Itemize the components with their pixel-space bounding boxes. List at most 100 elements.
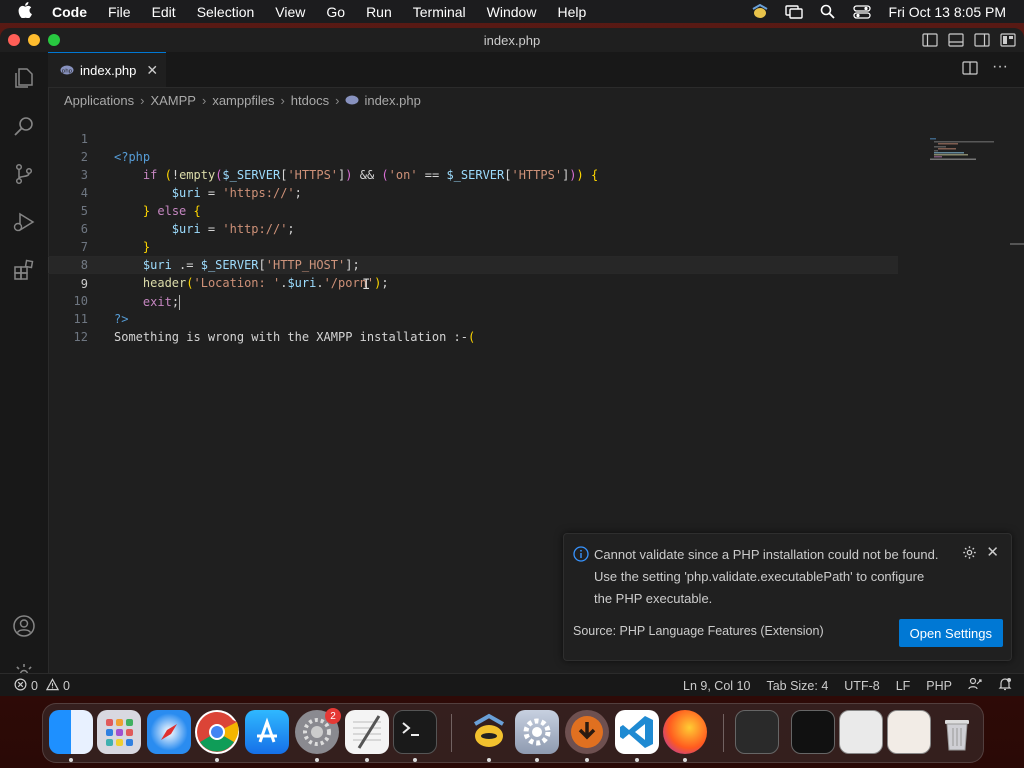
menu-window[interactable]: Window	[487, 4, 537, 20]
breadcrumb-xampp[interactable]: XAMPP	[150, 93, 196, 108]
code-line[interactable]: 5 $uri = 'http://';	[48, 184, 898, 236]
dock-minimized-window-4[interactable]	[887, 710, 931, 754]
php-file-icon: php	[60, 63, 74, 78]
dock-safari-icon[interactable]	[147, 710, 191, 754]
dock-transmission-icon[interactable]	[565, 710, 609, 754]
dock-app-store-icon[interactable]	[245, 710, 289, 754]
dock-minimized-window-2[interactable]	[791, 710, 835, 754]
dock-launchpad-icon[interactable]	[97, 710, 141, 754]
menubar-clock[interactable]: Fri Oct 13 8:05 PM	[889, 4, 1006, 20]
menu-app-code[interactable]: Code	[52, 4, 87, 20]
menu-go[interactable]: Go	[326, 4, 345, 20]
code-line[interactable]: 10 ?>	[48, 274, 898, 326]
breadcrumb-applications[interactable]: Applications	[64, 93, 134, 108]
running-indicator	[535, 758, 539, 762]
dock-minimized-window-1[interactable]	[735, 710, 779, 754]
open-settings-button[interactable]: Open Settings	[898, 619, 1003, 647]
cyberduck-menubar-icon[interactable]	[743, 3, 777, 20]
dock-trash-icon[interactable]	[935, 710, 979, 754]
breadcrumb-htdocs[interactable]: htdocs	[291, 93, 329, 108]
close-tab-icon[interactable]: ✕	[146, 62, 158, 79]
dock-finder-icon[interactable]	[49, 710, 93, 754]
code-line[interactable]: 1 <?php	[48, 112, 898, 164]
dock: 2	[42, 703, 984, 763]
close-notification-icon[interactable]: ✕	[986, 543, 999, 561]
code-line[interactable]: 7 $uri .= $_SERVER['HTTP_HOST'];	[48, 220, 898, 272]
search-icon[interactable]	[10, 112, 38, 140]
problems-indicator[interactable]: 0 0	[14, 677, 70, 694]
toggle-primary-sidebar-icon[interactable]	[922, 32, 938, 48]
toggle-secondary-sidebar-icon[interactable]	[974, 32, 990, 48]
code-line[interactable]: 11 Something is wrong with the XAMPP ins…	[48, 292, 898, 344]
code-line[interactable]: 4 } else {	[48, 166, 898, 218]
code-line[interactable]: 2 if (!empty($_SERVER['HTTPS']) && ('on'…	[48, 130, 898, 182]
control-center-icon[interactable]	[845, 4, 879, 19]
apple-logo-icon[interactable]	[18, 2, 34, 21]
code-line[interactable]: 3 $uri = 'https://';	[48, 148, 898, 200]
toggle-panel-icon[interactable]	[948, 32, 964, 48]
extensions-icon[interactable]	[10, 256, 38, 284]
menu-terminal[interactable]: Terminal	[413, 4, 466, 20]
explorer-icon[interactable]	[10, 64, 38, 92]
running-indicator	[365, 758, 369, 762]
running-indicator	[315, 758, 319, 762]
code-line[interactable]: 8 header('Location: '.$uri.'/porn');	[48, 238, 898, 290]
breadcrumb-index-php[interactable]: index.php	[364, 93, 420, 108]
minimap[interactable]	[928, 138, 996, 160]
tab-size[interactable]: Tab Size: 4	[766, 679, 828, 693]
running-indicator	[585, 758, 589, 762]
notification-settings-gear-icon[interactable]	[962, 545, 977, 563]
minimize-window-button[interactable]	[28, 34, 40, 46]
menu-edit[interactable]: Edit	[152, 4, 176, 20]
status-bar: 0 0 Ln 9, Col 10 Tab Size: 4 UTF-8 LF PH…	[0, 673, 1024, 696]
dock-xampp-manager-icon[interactable]	[515, 710, 559, 754]
error-count: 0	[31, 678, 38, 693]
chevron-right-icon: ›	[201, 92, 207, 108]
cursor-position[interactable]: Ln 9, Col 10	[683, 679, 750, 693]
chevron-right-icon: ›	[140, 92, 145, 108]
dock-cyberduck-icon[interactable]	[467, 710, 511, 754]
end-of-line[interactable]: LF	[896, 679, 911, 693]
dock-minimized-window-3[interactable]	[839, 710, 883, 754]
code-line-current[interactable]: 9 exit;	[48, 256, 898, 310]
dock-terminal-icon[interactable]	[393, 710, 437, 754]
code-line[interactable]: 6 }	[48, 202, 898, 254]
notification-message: Cannot validate since a PHP installation…	[594, 547, 939, 606]
menu-help[interactable]: Help	[557, 4, 586, 20]
more-actions-icon[interactable]: ···	[992, 59, 1008, 78]
notification-source: Source: PHP Language Features (Extension…	[573, 624, 824, 638]
language-mode[interactable]: PHP	[926, 679, 952, 693]
tab-label: index.php	[80, 62, 137, 78]
scrollbar[interactable]	[1010, 243, 1024, 245]
warning-icon	[45, 677, 60, 694]
dock-chrome-icon[interactable]	[195, 710, 239, 754]
zoom-window-button[interactable]	[48, 34, 60, 46]
menu-view[interactable]: View	[275, 4, 305, 20]
split-editor-icon[interactable]	[962, 61, 978, 78]
customize-layout-icon[interactable]	[1000, 32, 1016, 48]
menu-run[interactable]: Run	[366, 4, 392, 20]
dock-vscode-icon[interactable]	[615, 710, 659, 754]
dock-firefox-icon[interactable]	[663, 710, 707, 754]
source-control-icon[interactable]	[10, 160, 38, 188]
close-window-button[interactable]	[8, 34, 20, 46]
menu-file[interactable]: File	[108, 4, 131, 20]
menu-selection[interactable]: Selection	[197, 4, 255, 20]
spotlight-search-icon[interactable]	[811, 4, 845, 19]
vscode-window: index.php php index.php ✕ ··· Applicatio…	[0, 28, 1024, 696]
dock-textedit-icon[interactable]	[345, 710, 389, 754]
breadcrumb-xamppfiles[interactable]: xamppfiles	[212, 93, 274, 108]
menubar: Code File Edit Selection View Go Run Ter…	[0, 0, 1024, 23]
info-icon	[573, 546, 589, 565]
notifications-bell-icon[interactable]	[998, 677, 1012, 694]
screen-mirroring-icon[interactable]	[777, 4, 811, 19]
file-encoding[interactable]: UTF-8	[844, 679, 879, 693]
run-and-debug-icon[interactable]	[10, 208, 38, 236]
feedback-icon[interactable]	[968, 677, 982, 694]
code-line[interactable]: 12	[48, 310, 898, 344]
running-indicator	[635, 758, 639, 762]
activity-bar: 1	[0, 52, 49, 688]
tab-index-php[interactable]: php index.php ✕	[48, 52, 166, 87]
php-file-icon	[345, 93, 359, 108]
accounts-icon[interactable]	[10, 612, 38, 640]
